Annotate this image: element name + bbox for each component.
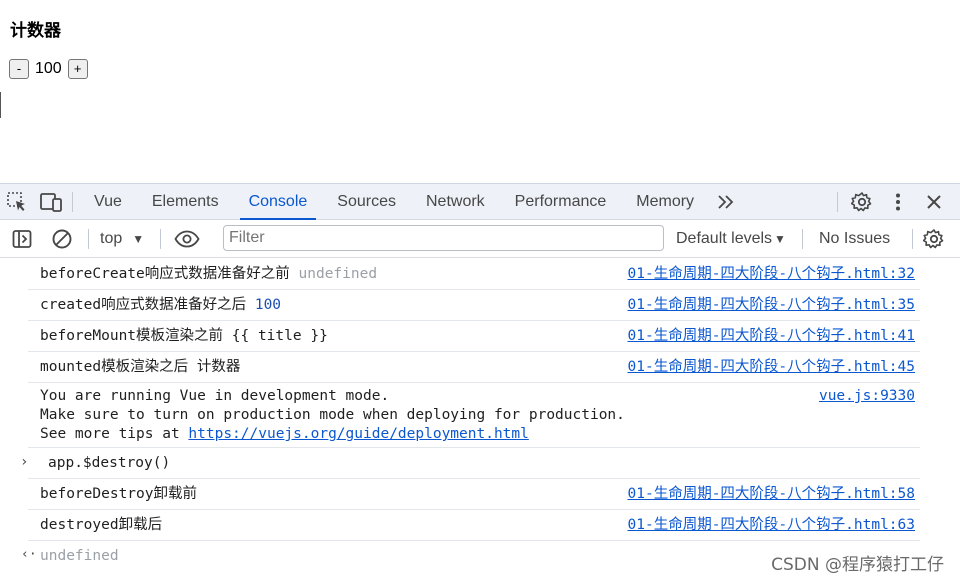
log-value: 100: [254, 297, 282, 313]
device-toolbar-icon[interactable]: [34, 184, 68, 220]
settings-gear-icon[interactable]: [844, 184, 880, 220]
counter: - 100 +: [9, 59, 88, 79]
tab-vue[interactable]: Vue: [79, 184, 137, 220]
sidebar-toggle-icon[interactable]: [0, 221, 44, 257]
chevron-down-icon: ▼: [132, 231, 145, 246]
notice-line-3-prefix: See more tips at: [40, 426, 189, 442]
tab-elements[interactable]: Elements: [137, 184, 234, 220]
log-message: beforeMount模板渲染之前: [40, 328, 224, 344]
log-source-link[interactable]: 01-生命周期-四大阶段-八个钩子.html:58: [628, 485, 916, 504]
log-message: beforeDestroy卸载前: [40, 486, 197, 502]
tabbar-separator: [72, 191, 73, 212]
log-levels-label: Default levels: [676, 230, 773, 247]
console-toolbar: top ▼ Default levels▼ No Issues: [0, 220, 960, 258]
deployment-guide-link[interactable]: https://vuejs.org/guide/deployment.html: [188, 426, 528, 442]
log-value: {{ title }}: [231, 328, 328, 344]
console-log-row: mounted模板渲染之后 计数器 01-生命周期-四大阶段-八个钩子.html…: [28, 352, 920, 383]
devtools-panel: Vue Elements Console Sources Network Per…: [0, 183, 960, 581]
log-source-link[interactable]: 01-生命周期-四大阶段-八个钩子.html:41: [628, 327, 916, 346]
console-log-row: beforeDestroy卸载前 01-生命周期-四大阶段-八个钩子.html:…: [28, 479, 920, 510]
toolbar-separator-2: [160, 229, 161, 249]
levels-chevron-down-icon: ▼: [774, 232, 786, 246]
csdn-watermark: CSDN @程序猿打工仔: [771, 555, 944, 575]
tab-sources[interactable]: Sources: [322, 184, 411, 220]
decrement-button[interactable]: -: [9, 59, 29, 79]
tabbar-right-controls: [833, 184, 952, 220]
clear-console-icon[interactable]: [44, 221, 80, 257]
notice-line-2: Make sure to turn on production mode whe…: [40, 407, 625, 423]
page-edge-marker: [0, 92, 1, 118]
log-message: created响应式数据准备好之后: [40, 297, 247, 313]
count-value: 100: [35, 60, 62, 77]
log-message: beforeCreate响应式数据准备好之前: [40, 266, 290, 282]
log-source-link[interactable]: 01-生命周期-四大阶段-八个钩子.html:35: [628, 296, 916, 315]
tabbar-right-separator: [837, 192, 838, 212]
filter-input[interactable]: [223, 225, 664, 251]
app-page: 计数器 - 100 +: [0, 0, 960, 183]
log-source-link[interactable]: vue.js:9330: [819, 387, 915, 406]
console-log-row: beforeMount模板渲染之前 {{ title }} 01-生命周期-四大…: [28, 321, 920, 352]
console-command-row: › app.$destroy(): [20, 448, 920, 479]
devtools-tabbar: Vue Elements Console Sources Network Per…: [0, 184, 960, 220]
command-prompt-chevron-icon: ›: [20, 454, 29, 470]
inspect-element-icon[interactable]: [0, 184, 34, 220]
console-log-row: destroyed卸载后 01-生命周期-四大阶段-八个钩子.html:63: [28, 510, 920, 541]
notice-line-1: You are running Vue in development mode.: [40, 388, 390, 404]
toolbar-separator: [88, 229, 89, 249]
close-icon[interactable]: [916, 184, 952, 220]
tab-memory[interactable]: Memory: [621, 184, 709, 220]
context-selector[interactable]: top ▼: [90, 230, 154, 248]
console-settings-gear-icon[interactable]: [916, 221, 952, 257]
more-tabs-icon[interactable]: [709, 184, 743, 220]
context-label: top: [100, 229, 123, 247]
toolbar-separator-4: [912, 229, 913, 249]
more-options-icon[interactable]: [880, 184, 916, 220]
return-arrow-icon: ‹·: [21, 547, 37, 562]
tab-console[interactable]: Console: [234, 184, 323, 220]
command-text: app.$destroy(): [48, 455, 171, 471]
live-expression-eye-icon[interactable]: [168, 221, 206, 257]
log-source-link[interactable]: 01-生命周期-四大阶段-八个钩子.html:63: [628, 516, 916, 535]
log-levels-dropdown[interactable]: Default levels ▼: [676, 220, 786, 258]
page-title: 计数器: [10, 21, 61, 41]
log-source-link[interactable]: 01-生命周期-四大阶段-八个钩子.html:32: [628, 265, 916, 284]
toolbar-separator-3: [802, 229, 803, 249]
tab-network[interactable]: Network: [411, 184, 500, 220]
console-log-row: beforeCreate响应式数据准备好之前 undefined 01-生命周期…: [28, 259, 920, 290]
log-value: undefined: [298, 266, 378, 282]
console-output: beforeCreate响应式数据准备好之前 undefined 01-生命周期…: [0, 259, 960, 571]
increment-button[interactable]: +: [67, 59, 88, 79]
log-value: 计数器: [196, 359, 241, 375]
console-log-row: created响应式数据准备好之后 100 01-生命周期-四大阶段-八个钩子.…: [28, 290, 920, 321]
log-source-link[interactable]: 01-生命周期-四大阶段-八个钩子.html:45: [628, 358, 916, 377]
issues-button[interactable]: No Issues: [819, 220, 890, 258]
log-message: mounted模板渲染之后: [40, 359, 189, 375]
log-message: destroyed卸载后: [40, 517, 163, 533]
tab-performance[interactable]: Performance: [500, 184, 622, 220]
vue-dev-mode-notice: You are running Vue in development mode.…: [28, 383, 920, 448]
